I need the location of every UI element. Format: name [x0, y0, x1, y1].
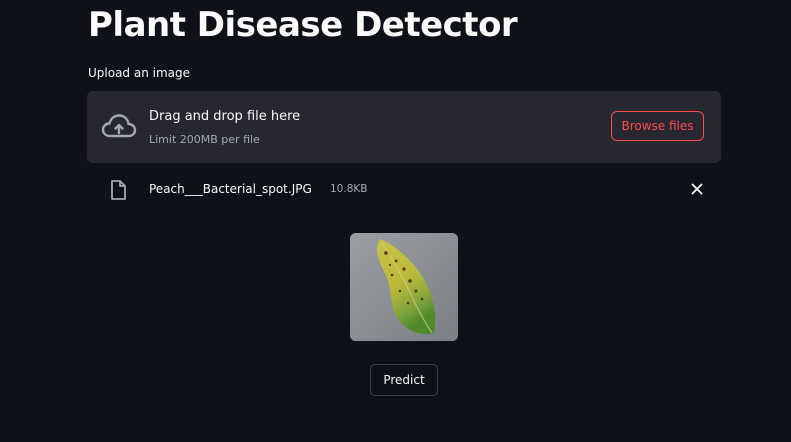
leaf-illustration: [350, 233, 458, 341]
cloud-upload-icon: [101, 114, 137, 138]
app-page: Plant Disease Detector Upload an image D…: [0, 0, 791, 442]
close-icon[interactable]: [687, 179, 707, 199]
dropzone-instructions: Drag and drop file here: [149, 109, 301, 124]
file-icon: [111, 180, 126, 200]
file-dropzone[interactable]: Drag and drop file here Limit 200MB per …: [87, 91, 721, 163]
browse-files-button[interactable]: Browse files: [611, 111, 704, 141]
dropzone-limit: Limit 200MB per file: [149, 133, 260, 146]
uploaded-file-row: Peach___Bacterial_spot.JPG 10.8KB: [87, 173, 721, 205]
uploaded-file-size: 10.8KB: [330, 183, 368, 195]
predict-button[interactable]: Predict: [370, 364, 438, 396]
upload-label: Upload an image: [88, 66, 191, 80]
page-title: Plant Disease Detector: [88, 5, 518, 45]
uploaded-leaf-image: [350, 233, 458, 341]
uploaded-file-name: Peach___Bacterial_spot.JPG: [149, 182, 312, 196]
